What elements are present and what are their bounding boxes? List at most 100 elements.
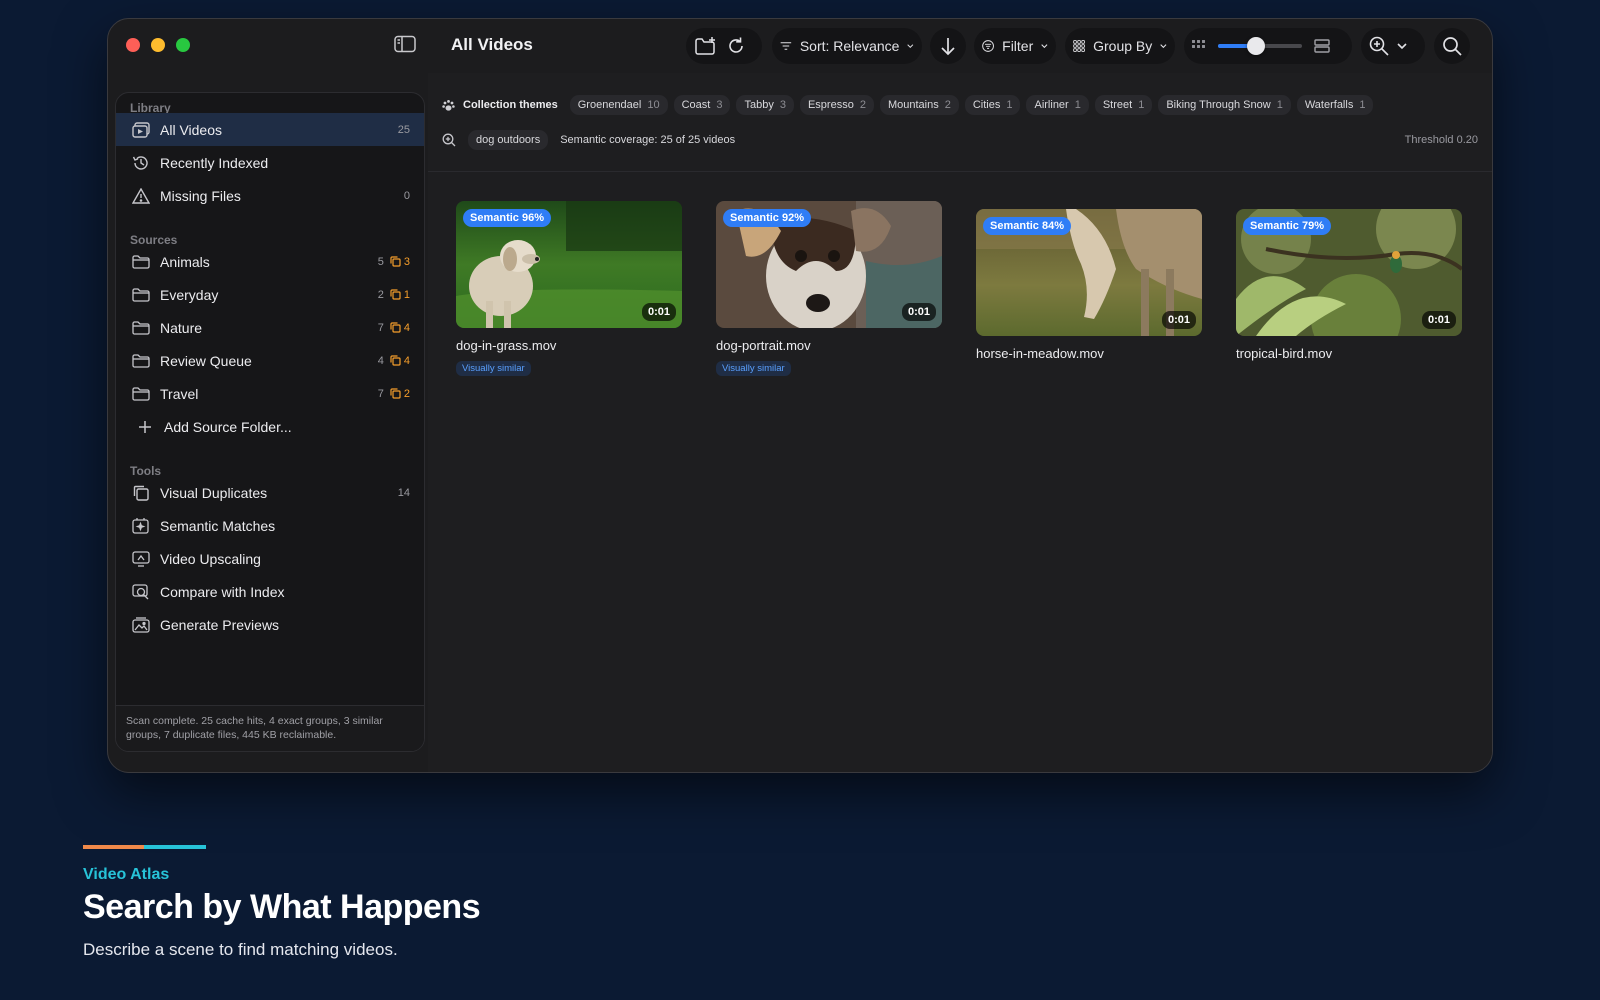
collection-themes-label: Collection themes bbox=[442, 99, 558, 112]
video-card[interactable]: Semantic 84% 0:01 horse-in-meadow.mov bbox=[976, 209, 1202, 361]
refresh-button[interactable] bbox=[726, 36, 746, 56]
thumbnail-size-slider[interactable] bbox=[1218, 37, 1302, 55]
promo-headline: Search by What Happens bbox=[83, 888, 481, 926]
video-card[interactable]: Semantic 92% 0:01 dog-portrait.mov Visua… bbox=[716, 201, 942, 376]
sidebar-item-missing-files[interactable]: Missing Files 0 bbox=[116, 179, 424, 212]
theme-chip[interactable]: Espresso 2 bbox=[799, 95, 874, 115]
filter-label: Filter bbox=[1002, 38, 1034, 54]
search-button[interactable] bbox=[1434, 28, 1470, 64]
theme-chip[interactable]: Waterfalls 1 bbox=[1296, 95, 1374, 115]
semantic-coverage-text: Semantic coverage: 25 of 25 videos bbox=[560, 134, 736, 146]
sidebar-item-label: Everyday bbox=[160, 286, 219, 303]
refresh-icon bbox=[729, 37, 743, 53]
sidebar-item-label: Nature bbox=[160, 319, 203, 336]
video-thumbnail[interactable]: Semantic 79% 0:01 bbox=[1236, 209, 1462, 336]
theme-chip[interactable]: Coast 3 bbox=[673, 95, 731, 115]
sidebar-item-travel[interactable]: Travel 7 2 bbox=[116, 377, 424, 410]
upscale-icon bbox=[132, 550, 150, 568]
promo-subline: Describe a scene to find matching videos… bbox=[83, 940, 398, 959]
semantic-score-badge: Semantic 84% bbox=[983, 217, 1071, 235]
filter-icon bbox=[982, 40, 994, 52]
brand-accent-bar bbox=[83, 845, 206, 849]
item-count: 2 bbox=[377, 288, 384, 301]
sidebar-item-all-videos[interactable]: All Videos 25 bbox=[116, 113, 424, 146]
duplicate-count: 3 bbox=[390, 256, 410, 268]
group-by-menu[interactable]: Group By bbox=[1065, 28, 1175, 64]
theme-chip[interactable]: Mountains 2 bbox=[879, 95, 959, 115]
zoom-window-button[interactable] bbox=[176, 38, 190, 52]
arrow-down-icon bbox=[941, 38, 955, 56]
sidebar-item-nature[interactable]: Nature 7 4 bbox=[116, 311, 424, 344]
brand-accent-orange bbox=[83, 845, 144, 849]
plus-icon bbox=[136, 418, 154, 436]
zoom-menu[interactable] bbox=[1361, 28, 1425, 64]
item-count-group: 5 3 bbox=[378, 256, 410, 268]
slider-knob[interactable] bbox=[1246, 37, 1265, 55]
theme-chip[interactable]: Airliner 1 bbox=[1026, 95, 1089, 115]
video-card[interactable]: Semantic 79% 0:01 tropical-bird.mov bbox=[1236, 209, 1462, 361]
semantic-icon bbox=[132, 517, 150, 535]
chevron-down-icon bbox=[907, 44, 914, 49]
window-title: All Videos bbox=[451, 35, 533, 54]
compare-icon bbox=[132, 583, 150, 601]
sidebar-item-label: Recently Indexed bbox=[160, 154, 269, 171]
sidebar-item-semantic-matches[interactable]: Semantic Matches bbox=[116, 509, 424, 542]
sidebar-item-video-upscaling[interactable]: Video Upscaling bbox=[116, 542, 424, 575]
duration-badge: 0:01 bbox=[641, 303, 676, 321]
video-thumbnail[interactable]: Semantic 84% 0:01 bbox=[976, 209, 1202, 336]
video-filename: horse-in-meadow.mov bbox=[976, 346, 1104, 361]
sidebar-item-everyday[interactable]: Everyday 2 1 bbox=[116, 278, 424, 311]
duplicate-icon bbox=[390, 355, 401, 366]
sidebar-item-label: Compare with Index bbox=[160, 583, 285, 600]
duplicate-count: 1 bbox=[390, 289, 410, 301]
folder-icon bbox=[132, 253, 150, 271]
folder-plus-icon bbox=[695, 37, 715, 55]
filter-menu[interactable]: Filter bbox=[974, 28, 1056, 64]
sidebar-item-recently-indexed[interactable]: Recently Indexed bbox=[116, 146, 424, 179]
item-count: 14 bbox=[397, 486, 410, 499]
item-count-group: 4 4 bbox=[378, 355, 410, 367]
semantic-query-bar: dog outdoors Semantic coverage: 25 of 25… bbox=[428, 125, 1492, 155]
video-thumbnail[interactable]: Semantic 92% 0:01 bbox=[716, 201, 942, 328]
sort-direction-button[interactable] bbox=[930, 28, 966, 64]
theme-chip[interactable]: Groenendael 10 bbox=[569, 95, 668, 115]
titlebar: All Videos Sort: Relevance Filter Group … bbox=[108, 19, 1492, 73]
duplicate-icon bbox=[390, 256, 401, 267]
zoom-in-icon bbox=[1369, 36, 1389, 56]
sidebar-item-label: All Videos bbox=[160, 121, 223, 138]
duplicate-count: 2 bbox=[390, 388, 410, 400]
minimize-window-button[interactable] bbox=[151, 38, 165, 52]
sidebar-item-generate-previews[interactable]: Generate Previews bbox=[116, 608, 424, 641]
group-by-label: Group By bbox=[1093, 38, 1153, 54]
main-content: Collection themes Groenendael 10 Coast 3 T… bbox=[428, 73, 1492, 772]
query-chip[interactable]: dog outdoors bbox=[468, 130, 549, 150]
small-grid-icon bbox=[1192, 40, 1205, 48]
sort-menu[interactable]: Sort: Relevance bbox=[772, 28, 922, 64]
video-thumbnail[interactable]: Semantic 96% 0:01 bbox=[456, 201, 682, 328]
add-source-folder-button[interactable]: Add Source Folder... bbox=[116, 410, 424, 443]
folder-icon bbox=[132, 319, 150, 337]
grid-icon bbox=[1073, 40, 1085, 52]
close-window-button[interactable] bbox=[126, 38, 140, 52]
sidebar-toggle-icon[interactable] bbox=[394, 35, 416, 53]
theme-chip[interactable]: Biking Through Snow 1 bbox=[1158, 95, 1291, 115]
thumbnail-size-control bbox=[1184, 28, 1352, 64]
video-card[interactable]: Semantic 96% 0:01 dog-in-grass.mov Visua… bbox=[456, 201, 682, 376]
sidebar-item-animals[interactable]: Animals 5 3 bbox=[116, 245, 424, 278]
theme-chip[interactable]: Cities 1 bbox=[964, 95, 1021, 115]
sidebar-item-review-queue[interactable]: Review Queue 4 4 bbox=[116, 344, 424, 377]
item-count: 25 bbox=[397, 123, 410, 136]
threshold-text: Threshold 0.20 bbox=[1404, 134, 1478, 146]
sidebar-item-label: Visual Duplicates bbox=[160, 484, 268, 501]
video-filename: dog-portrait.mov bbox=[716, 338, 811, 353]
theme-chip[interactable]: Street 1 bbox=[1094, 95, 1153, 115]
add-folder-button[interactable] bbox=[694, 36, 718, 56]
brand-name: Video Atlas bbox=[83, 866, 170, 883]
theme-chip[interactable]: Tabby 3 bbox=[736, 95, 794, 115]
paw-icon bbox=[442, 99, 455, 111]
sidebar-item-visual-duplicates[interactable]: Visual Duplicates 14 bbox=[116, 476, 424, 509]
chevron-down-icon bbox=[1397, 43, 1407, 50]
duplicate-count: 4 bbox=[390, 322, 410, 334]
sidebar-item-compare-with-index[interactable]: Compare with Index bbox=[116, 575, 424, 608]
duration-badge: 0:01 bbox=[901, 303, 936, 321]
